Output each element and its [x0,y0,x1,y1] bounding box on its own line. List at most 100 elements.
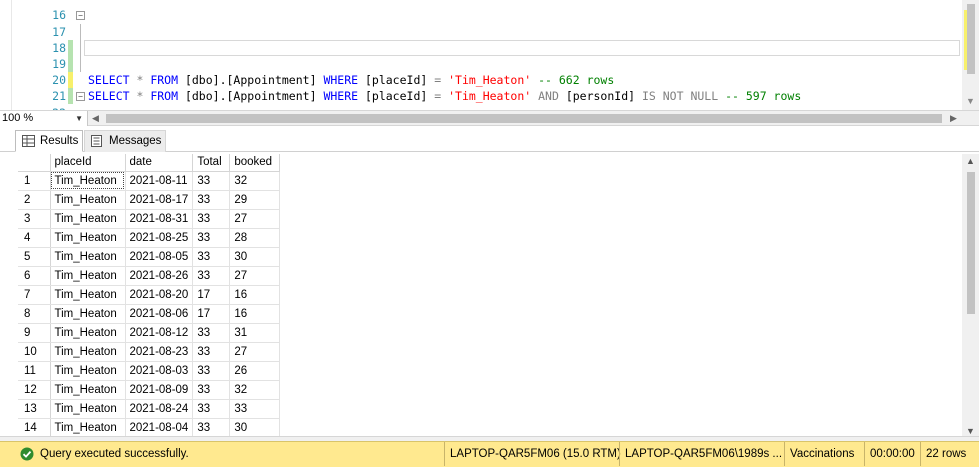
cell-booked[interactable]: 32 [229,171,281,191]
code-line-22[interactable]: 22 − --• 2)A view showing all people tha… [0,89,960,110]
table-row[interactable]: 6 Tim_Heaton 2021-08-26 33 27 [18,266,281,286]
cell-date[interactable]: 2021-08-05 [125,247,194,267]
scroll-thumb[interactable] [967,172,975,314]
table-row[interactable]: 5 Tim_Heaton 2021-08-05 33 30 [18,247,281,267]
table-row[interactable]: 2 Tim_Heaton 2021-08-17 33 29 [18,190,281,210]
cell-date[interactable]: 2021-08-12 [125,323,194,343]
table-row[interactable]: 7 Tim_Heaton 2021-08-20 17 16 [18,285,281,305]
row-number[interactable]: 1 [18,171,51,191]
table-row[interactable]: 13 Tim_Heaton 2021-08-24 33 33 [18,399,281,419]
cell-date[interactable]: 2021-08-04 [125,418,194,438]
cell-placeid[interactable]: Tim_Heaton [50,228,126,248]
cell-booked[interactable]: 31 [229,323,281,343]
row-number[interactable]: 12 [18,380,51,400]
cell-booked[interactable]: 30 [229,418,281,438]
column-header-booked[interactable]: booked [229,154,281,172]
row-number-header[interactable] [18,154,51,172]
scroll-thumb[interactable] [967,4,975,74]
scroll-down-icon[interactable]: ▼ [966,426,975,436]
cell-date[interactable]: 2021-08-03 [125,361,194,381]
cell-date[interactable]: 2021-08-24 [125,399,194,419]
cell-date[interactable]: 2021-08-06 [125,304,194,324]
cell-booked[interactable]: 27 [229,209,281,229]
row-number[interactable]: 13 [18,399,51,419]
cell-date[interactable]: 2021-08-17 [125,190,194,210]
cell-booked[interactable]: 32 [229,380,281,400]
cell-date[interactable]: 2021-08-23 [125,342,194,362]
cell-date[interactable]: 2021-08-26 [125,266,194,286]
code-line-16[interactable]: 16 [0,0,960,22]
scroll-up-icon[interactable]: ▲ [966,156,975,166]
cell-placeid[interactable]: Tim_Heaton [50,171,126,191]
cell-booked[interactable]: 16 [229,285,281,305]
scroll-right-icon[interactable]: ▶ [950,111,957,126]
table-row[interactable]: 3 Tim_Heaton 2021-08-31 33 27 [18,209,281,229]
cell-total[interactable]: 33 [192,323,231,343]
cell-total[interactable]: 33 [192,361,231,381]
code-line-19[interactable]: 19 SELECT * FROM vPlaceCountPeople WHERE… [0,40,960,88]
row-number[interactable]: 4 [18,228,51,248]
table-row[interactable]: 1 Tim_Heaton 2021-08-11 33 32 [18,171,281,191]
code-line-20[interactable]: 20 GO [0,56,960,104]
code-line-18[interactable]: 18 SELECT * FROM [dbo].[Appointment] WHE… [0,24,960,103]
cell-total[interactable]: 33 [192,399,231,419]
table-row[interactable]: 11 Tim_Heaton 2021-08-03 33 26 [18,361,281,381]
code-line-21[interactable]: 21 [0,72,960,103]
table-row[interactable]: 9 Tim_Heaton 2021-08-12 33 31 [18,323,281,343]
cell-placeid[interactable]: Tim_Heaton [50,399,126,419]
cell-booked[interactable]: 27 [229,342,281,362]
editor-vertical-scrollbar[interactable]: ▼ [962,0,979,110]
tab-results[interactable]: Results [15,130,83,152]
cell-booked[interactable]: 28 [229,228,281,248]
row-number[interactable]: 7 [18,285,51,305]
column-header-date[interactable]: date [125,154,194,172]
cell-total[interactable]: 33 [192,171,231,191]
cell-total[interactable]: 33 [192,228,231,248]
table-row[interactable]: 4 Tim_Heaton 2021-08-25 33 28 [18,228,281,248]
row-number[interactable]: 10 [18,342,51,362]
scroll-down-icon[interactable]: ▼ [966,96,975,106]
cell-placeid[interactable]: Tim_Heaton [50,190,126,210]
cell-booked[interactable]: 16 [229,304,281,324]
cell-date[interactable]: 2021-08-31 [125,209,194,229]
cell-placeid[interactable]: Tim_Heaton [50,209,126,229]
cell-placeid[interactable]: Tim_Heaton [50,247,126,267]
row-number[interactable]: 9 [18,323,51,343]
cell-placeid[interactable]: Tim_Heaton [50,380,126,400]
cell-booked[interactable]: 27 [229,266,281,286]
cell-total[interactable]: 33 [192,342,231,362]
column-header-total[interactable]: Total [192,154,231,172]
cell-booked[interactable]: 26 [229,361,281,381]
cell-booked[interactable]: 30 [229,247,281,267]
cell-placeid[interactable]: Tim_Heaton [50,361,126,381]
chevron-down-icon[interactable]: ▼ [75,111,83,126]
cell-placeid[interactable]: Tim_Heaton [50,304,126,324]
cell-total[interactable]: 17 [192,304,231,324]
cell-placeid[interactable]: Tim_Heaton [50,266,126,286]
cell-total[interactable]: 17 [192,285,231,305]
results-grid[interactable]: placeId date Total booked 1 Tim_Heaton 202… [18,154,962,438]
row-number[interactable]: 11 [18,361,51,381]
column-header-placeid[interactable]: placeId [50,154,126,172]
row-number[interactable]: 3 [18,209,51,229]
cell-placeid[interactable]: Tim_Heaton [50,418,126,438]
cell-placeid[interactable]: Tim_Heaton [50,323,126,343]
table-row[interactable]: 12 Tim_Heaton 2021-08-09 33 32 [18,380,281,400]
cell-date[interactable]: 2021-08-09 [125,380,194,400]
row-number[interactable]: 5 [18,247,51,267]
collapse-icon[interactable]: − [76,92,85,101]
cell-total[interactable]: 33 [192,380,231,400]
code-line-17[interactable]: 17 − SELECT * FROM [dbo].[Appointment] W… [0,8,960,87]
cell-placeid[interactable]: Tim_Heaton [50,342,126,362]
table-row[interactable]: 10 Tim_Heaton 2021-08-23 33 27 [18,342,281,362]
cell-booked[interactable]: 33 [229,399,281,419]
cell-date[interactable]: 2021-08-20 [125,285,194,305]
cell-total[interactable]: 33 [192,190,231,210]
cell-total[interactable]: 33 [192,418,231,438]
cell-booked[interactable]: 29 [229,190,281,210]
collapse-icon[interactable]: − [76,11,85,20]
cell-total[interactable]: 33 [192,247,231,267]
table-row[interactable]: 14 Tim_Heaton 2021-08-04 33 30 [18,418,281,438]
row-number[interactable]: 14 [18,418,51,438]
cell-placeid[interactable]: Tim_Heaton [50,285,126,305]
